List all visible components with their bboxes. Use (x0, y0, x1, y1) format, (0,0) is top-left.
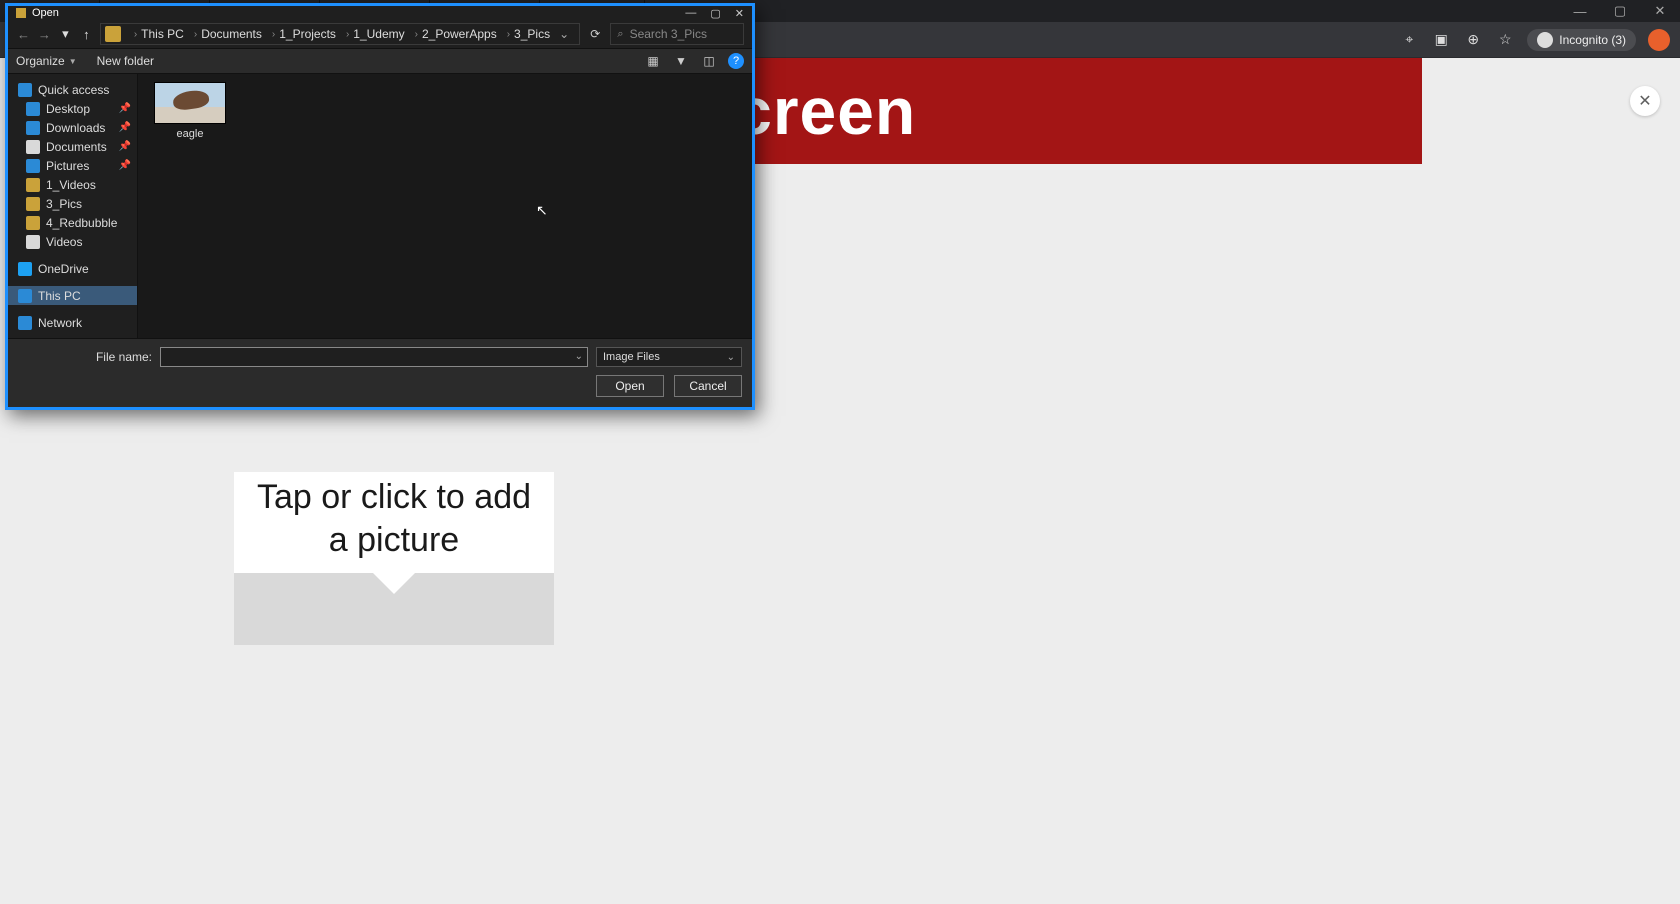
chevron-down-icon[interactable]: ▼ (672, 54, 690, 68)
back-icon[interactable]: ← (16, 27, 31, 42)
dialog-min-icon[interactable]: — (685, 7, 696, 20)
dialog-nav-row: ← → ▾ ↑ ›This PC ›Documents ›1_Projects … (8, 20, 752, 48)
desktop-icon (26, 102, 40, 116)
dialog-max-icon[interactable]: ▢ (710, 7, 720, 20)
nav-quick-access[interactable]: Quick access (8, 80, 137, 99)
incognito-badge[interactable]: Incognito (3) (1527, 29, 1636, 51)
folder-icon (26, 178, 40, 192)
folder-icon (16, 8, 26, 18)
chevron-down-icon: ⌄ (727, 352, 735, 363)
star-icon[interactable]: ☆ (1495, 30, 1515, 50)
dialog-title: Open (32, 7, 59, 19)
open-button[interactable]: Open (596, 375, 664, 397)
new-folder-button[interactable]: New folder (97, 54, 154, 68)
preview-pane-icon[interactable]: ◫ (700, 54, 718, 68)
window-min-icon[interactable]: — (1560, 4, 1600, 19)
dialog-toolbar: Organize▼ New folder ▦ ▼ ◫ ? (8, 48, 752, 74)
nav-downloads[interactable]: Downloads📌 (8, 118, 137, 137)
file-name: eagle (177, 128, 204, 140)
window-max-icon[interactable]: ▢ (1600, 3, 1640, 19)
dialog-titlebar[interactable]: Open — ▢ ✕ (8, 6, 752, 20)
crumb-documents[interactable]: Documents (201, 27, 262, 41)
nav-network[interactable]: Network (8, 313, 137, 332)
search-icon: ⌕ (617, 28, 623, 41)
chevron-down-icon: ▼ (69, 57, 77, 66)
add-picture-control[interactable]: Tap or click to add a picture (234, 472, 554, 645)
refresh-icon[interactable]: ⟳ (586, 27, 604, 41)
view-thumbnail-icon[interactable]: ▦ (644, 54, 662, 68)
recent-dropdown-icon[interactable]: ▾ (58, 26, 73, 42)
filename-label: File name: (18, 350, 152, 364)
nav-documents[interactable]: Documents📌 (8, 137, 137, 156)
nav-4redbubble[interactable]: 4_Redbubble (8, 213, 137, 232)
nav-3pics[interactable]: 3_Pics (8, 194, 137, 213)
pictures-icon (26, 159, 40, 173)
file-item-eagle[interactable]: eagle (148, 82, 232, 140)
file-open-dialog: Open — ▢ ✕ ← → ▾ ↑ ›This PC ›Documents ›… (5, 3, 755, 410)
close-app-button[interactable]: ✕ (1630, 86, 1660, 116)
crumb-udemy[interactable]: 1_Udemy (353, 27, 404, 41)
star-icon (18, 83, 32, 97)
crumb-thispc[interactable]: This PC (141, 27, 184, 41)
chevron-down-icon[interactable]: ⌄ (575, 351, 583, 362)
search-placeholder: Search 3_Pics (630, 27, 707, 41)
downloads-icon (26, 121, 40, 135)
profile-avatar[interactable] (1648, 29, 1670, 51)
organize-button[interactable]: Organize▼ (16, 54, 77, 68)
pin-icon: 📌 (119, 160, 131, 171)
filename-input[interactable]: ⌄ (160, 347, 588, 367)
pin-icon: 📌 (119, 103, 131, 114)
documents-icon (26, 140, 40, 154)
forward-icon[interactable]: → (37, 27, 52, 42)
dialog-close-icon[interactable]: ✕ (735, 7, 744, 20)
folder-icon (26, 197, 40, 211)
camera-icon[interactable]: ▣ (1431, 30, 1451, 50)
filetype-select[interactable]: Image Files⌄ (596, 347, 742, 367)
window-close-icon[interactable]: ✕ (1640, 3, 1680, 19)
help-icon[interactable]: ? (728, 53, 744, 69)
crumb-powerapps[interactable]: 2_PowerApps (422, 27, 497, 41)
pc-icon (18, 289, 32, 303)
cancel-button[interactable]: Cancel (674, 375, 742, 397)
nav-thispc[interactable]: This PC (8, 286, 137, 305)
dialog-footer: File name: ⌄ Image Files⌄ Open Cancel (8, 338, 752, 407)
nav-pane: Quick access Desktop📌 Downloads📌 Documen… (8, 74, 138, 338)
cloud-icon (18, 262, 32, 276)
cursor-icon: ↖ (536, 202, 548, 219)
up-icon[interactable]: ↑ (79, 27, 94, 42)
folder-icon (105, 26, 121, 42)
videos-icon (26, 235, 40, 249)
translate-icon[interactable]: ⌖ (1399, 30, 1419, 50)
folder-icon (26, 216, 40, 230)
crumb-3pics[interactable]: 3_Pics (514, 27, 550, 41)
eagle-icon (172, 89, 210, 112)
network-icon (18, 316, 32, 330)
breadcrumb[interactable]: ›This PC ›Documents ›1_Projects ›1_Udemy… (100, 23, 580, 45)
incognito-icon (1537, 32, 1553, 48)
nav-onedrive[interactable]: OneDrive (8, 259, 137, 278)
pin-icon: 📌 (119, 141, 131, 152)
zoom-icon[interactable]: ⊕ (1463, 30, 1483, 50)
add-picture-caption: Tap or click to add a picture (234, 472, 554, 573)
dialog-body: Quick access Desktop📌 Downloads📌 Documen… (8, 74, 752, 338)
nav-desktop[interactable]: Desktop📌 (8, 99, 137, 118)
incognito-label: Incognito (3) (1559, 33, 1626, 47)
nav-pictures[interactable]: Pictures📌 (8, 156, 137, 175)
close-icon: ✕ (1638, 91, 1651, 111)
file-pane[interactable]: eagle ↖ (138, 74, 752, 338)
chevron-down-icon[interactable]: ⌄ (553, 27, 575, 41)
nav-1videos[interactable]: 1_Videos (8, 175, 137, 194)
pin-icon: 📌 (119, 122, 131, 133)
nav-videos[interactable]: Videos (8, 232, 137, 251)
file-thumbnail (154, 82, 226, 124)
crumb-projects[interactable]: 1_Projects (279, 27, 336, 41)
add-picture-placeholder[interactable] (234, 573, 554, 645)
search-input[interactable]: ⌕ Search 3_Pics (610, 23, 744, 45)
